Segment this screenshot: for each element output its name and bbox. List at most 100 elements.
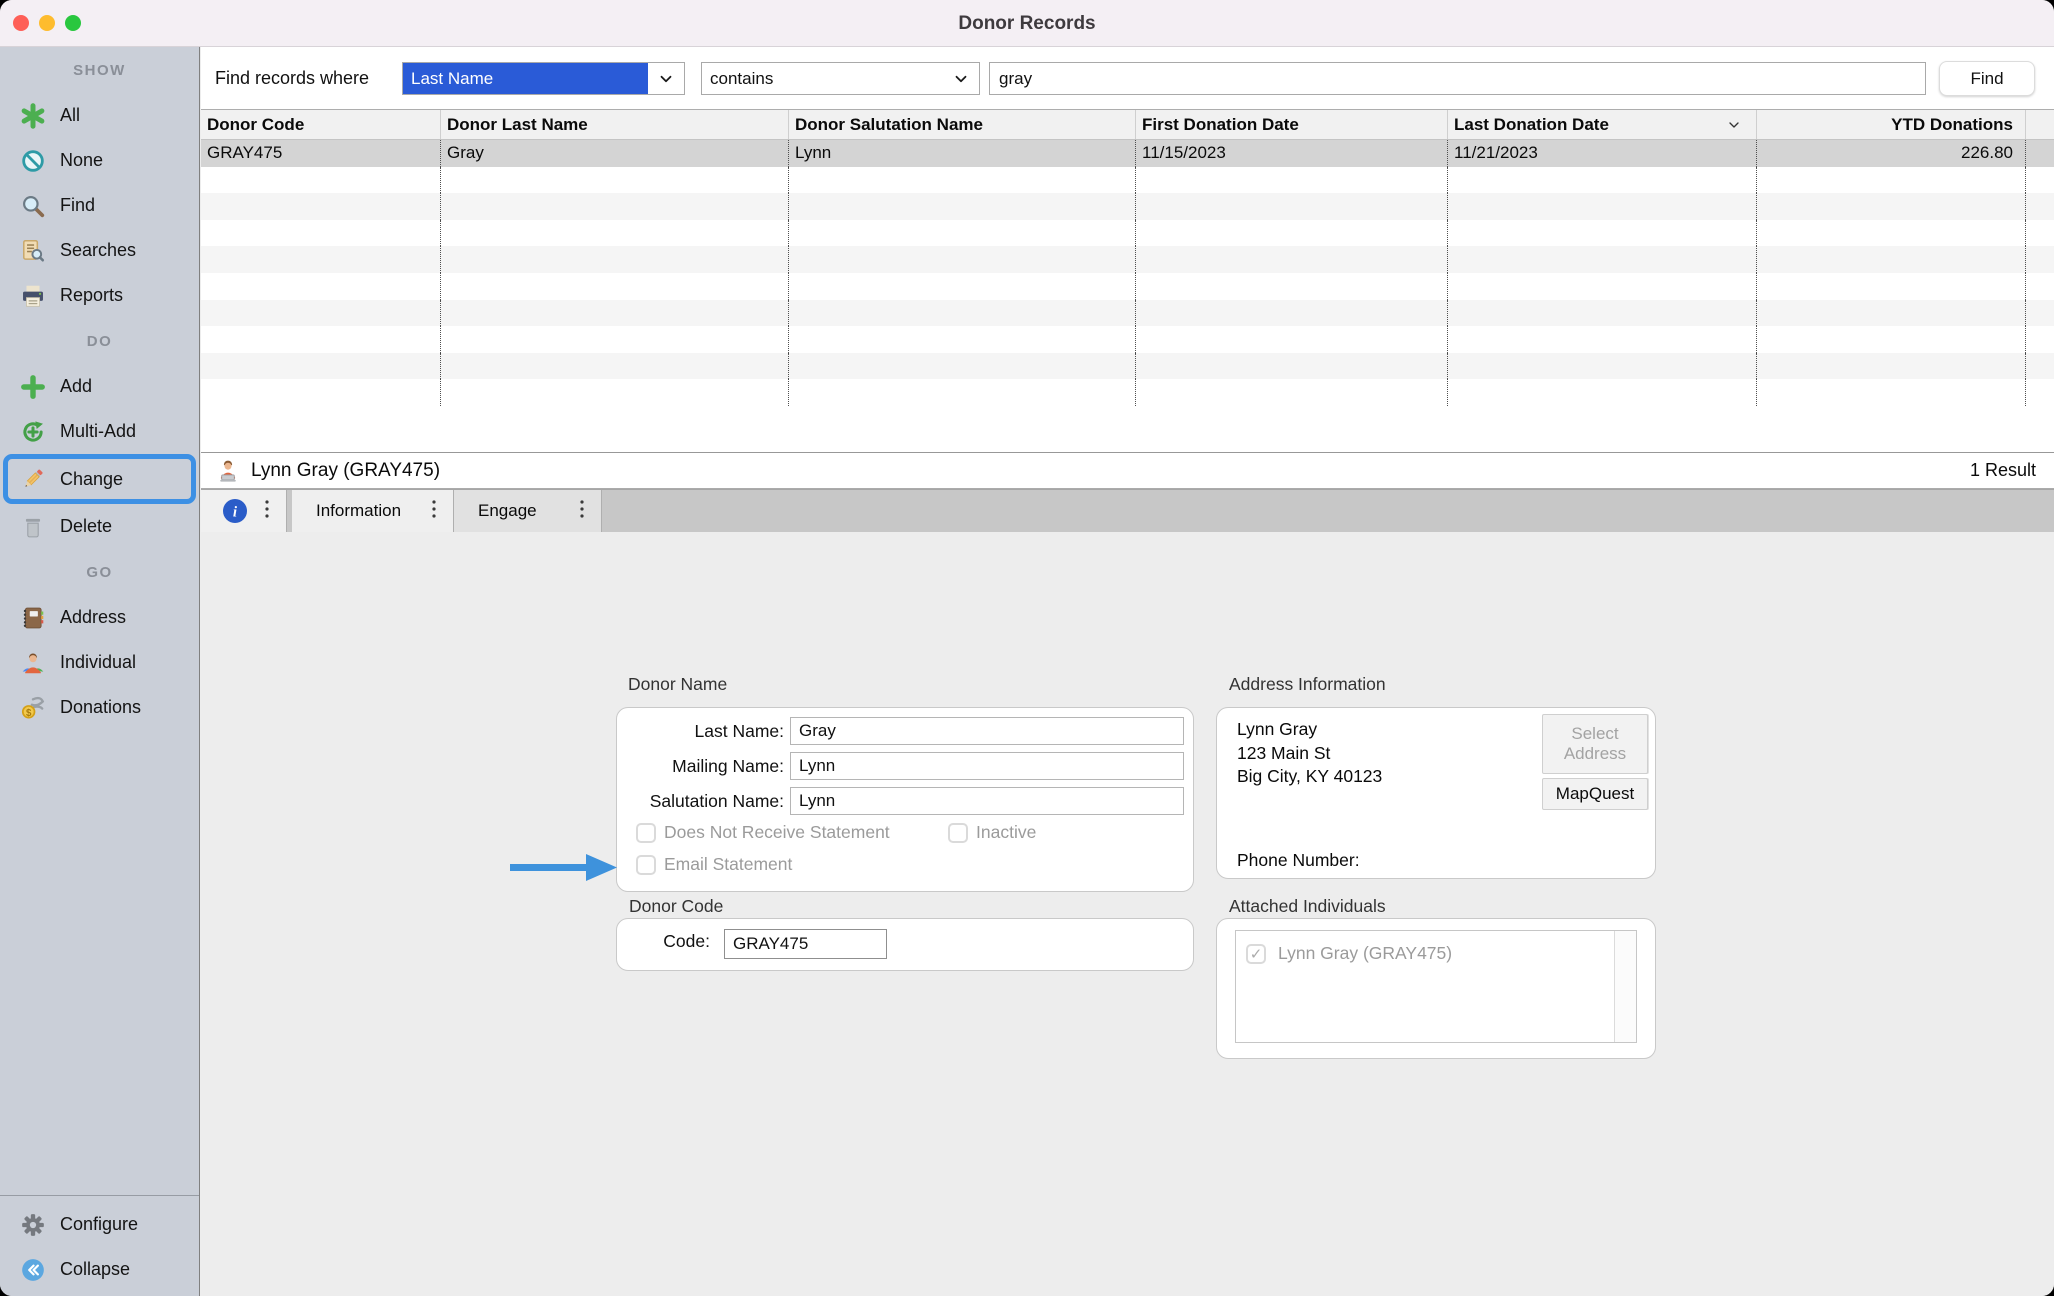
find-button[interactable]: Find <box>1939 61 2035 96</box>
sidebar-item-address[interactable]: Address <box>0 595 199 640</box>
salutation-name-input[interactable]: Lynn <box>790 787 1184 815</box>
column-header-first-donation-date[interactable]: First Donation Date <box>1135 110 1447 139</box>
table-cell <box>1135 353 1447 380</box>
does-not-receive-statement-checkbox[interactable] <box>636 823 656 843</box>
record-content: Donor Name Last Name: Gray Mailing Name:… <box>201 532 2054 1296</box>
tab-bar: i InformationEngage <box>201 489 2054 532</box>
table-cell: 226.80 <box>1756 140 2025 167</box>
table-cell <box>201 220 440 247</box>
table-cell <box>1447 300 1756 327</box>
kebab-dots-icon[interactable] <box>579 499 585 524</box>
attached-individual-label: Lynn Gray (GRAY475) <box>1278 943 1452 964</box>
sidebar-item-change[interactable]: Change <box>3 454 196 504</box>
info-tab-segment[interactable]: i <box>201 490 287 532</box>
svg-text:$: $ <box>26 708 32 719</box>
table-row-empty[interactable] <box>201 220 2054 247</box>
code-input[interactable]: GRAY475 <box>724 929 887 959</box>
select-address-button[interactable]: Select Address <box>1542 714 1648 774</box>
main-area: Find records where Last Name contains gr… <box>201 47 2054 1296</box>
sidebar-item-label: Address <box>60 607 126 628</box>
sidebar-item-all[interactable]: All <box>0 93 199 138</box>
table-row[interactable]: GRAY475GrayLynn11/15/202311/21/2023226.8… <box>201 140 2054 167</box>
table-row-empty[interactable] <box>201 300 2054 327</box>
table-cell-spacer <box>2025 379 2054 406</box>
attached-individuals-list: ✓ Lynn Gray (GRAY475) <box>1235 930 1637 1043</box>
email-statement-checkbox[interactable] <box>636 855 656 875</box>
sidebar-item-add[interactable]: Add <box>0 364 199 409</box>
table-body: GRAY475GrayLynn11/15/202311/21/2023226.8… <box>201 140 2054 406</box>
sidebar: SHOWAllNoneFindSearchesReportsDOAddMulti… <box>0 47 200 1296</box>
plus-icon <box>18 374 48 400</box>
sidebar-item-searches[interactable]: Searches <box>0 228 199 273</box>
column-header-last-donation-date[interactable]: Last Donation Date <box>1447 110 1756 139</box>
search-bar: Find records where Last Name contains gr… <box>201 47 2054 110</box>
sidebar-item-configure[interactable]: Configure <box>0 1202 199 1247</box>
sidebar-section-header-do: DO <box>0 318 199 364</box>
tab-information[interactable]: Information <box>292 490 454 532</box>
sidebar-item-multi-add[interactable]: Multi-Add <box>0 409 199 454</box>
mapquest-button[interactable]: MapQuest <box>1542 778 1648 810</box>
table-row-empty[interactable] <box>201 326 2054 353</box>
asterisk-icon <box>18 103 48 129</box>
table-cell <box>788 353 1135 380</box>
operator-select[interactable]: contains <box>701 62 980 95</box>
table-row-empty[interactable] <box>201 379 2054 406</box>
operator-select-value: contains <box>702 63 943 94</box>
table-cell <box>1135 326 1447 353</box>
table-cell <box>440 326 788 353</box>
address-line: Big City, KY 40123 <box>1237 765 1382 789</box>
sidebar-item-collapse[interactable]: Collapse <box>0 1247 199 1292</box>
kebab-dots-icon[interactable] <box>264 499 270 524</box>
table-cell <box>201 167 440 194</box>
sidebar-item-reports[interactable]: Reports <box>0 273 199 318</box>
table-row-empty[interactable] <box>201 353 2054 380</box>
table-cell <box>201 193 440 220</box>
column-header-donor-salutation-name[interactable]: Donor Salutation Name <box>788 110 1135 139</box>
sidebar-item-delete[interactable]: Delete <box>0 504 199 549</box>
table-cell-spacer <box>2025 246 2054 273</box>
table-cell-spacer <box>2025 273 2054 300</box>
column-header-ytd-donations[interactable]: YTD Donations <box>1756 110 2025 139</box>
address-lines: Lynn Gray123 Main StBig City, KY 40123 <box>1237 718 1382 789</box>
search-query-input[interactable]: gray <box>989 62 1926 95</box>
tab-engage[interactable]: Engage <box>454 490 602 532</box>
table-cell <box>1447 246 1756 273</box>
table-row-empty[interactable] <box>201 193 2054 220</box>
sidebar-item-individual[interactable]: Individual <box>0 640 199 685</box>
table-cell <box>788 193 1135 220</box>
mailing-name-input[interactable]: Lynn <box>790 752 1184 780</box>
table-cell <box>1447 379 1756 406</box>
field-select-value: Last Name <box>403 63 648 94</box>
kebab-dots-icon[interactable] <box>431 499 437 524</box>
table-cell <box>788 220 1135 247</box>
field-select[interactable]: Last Name <box>402 62 685 95</box>
attached-individuals-heading: Attached Individuals <box>1229 896 1386 917</box>
table-header-row: Donor CodeDonor Last NameDonor Salutatio… <box>201 110 2054 140</box>
sidebar-item-none[interactable]: None <box>0 138 199 183</box>
table-cell <box>201 353 440 380</box>
donor-name-panel: Last Name: Gray Mailing Name: Lynn Salut… <box>616 707 1194 892</box>
table-row-empty[interactable] <box>201 246 2054 273</box>
table-cell <box>440 353 788 380</box>
attached-individual-checkbox[interactable]: ✓ <box>1246 944 1266 964</box>
sidebar-item-find[interactable]: Find <box>0 183 199 228</box>
last-name-input[interactable]: Gray <box>790 717 1184 745</box>
sidebar-item-label: Donations <box>60 697 141 718</box>
table-row-empty[interactable] <box>201 167 2054 194</box>
sidebar-item-donations[interactable]: $ Donations <box>0 685 199 730</box>
table-cell <box>788 326 1135 353</box>
list-item[interactable]: ✓ Lynn Gray (GRAY475) <box>1246 943 1452 964</box>
table-cell: Gray <box>440 140 788 167</box>
inactive-checkbox[interactable] <box>948 823 968 843</box>
record-name: Lynn Gray (GRAY475) <box>251 460 440 482</box>
salutation-name-label: Salutation Name: <box>617 791 784 812</box>
table-row-empty[interactable] <box>201 273 2054 300</box>
address-line: Lynn Gray <box>1237 718 1382 742</box>
search-bar-label: Find records where <box>215 47 369 110</box>
table-cell <box>440 220 788 247</box>
sidebar-item-label: Add <box>60 376 92 397</box>
column-header-donor-last-name[interactable]: Donor Last Name <box>440 110 788 139</box>
table-cell <box>1756 379 2025 406</box>
column-header-donor-code[interactable]: Donor Code <box>201 110 440 139</box>
list-scrollbar[interactable] <box>1614 931 1636 1042</box>
